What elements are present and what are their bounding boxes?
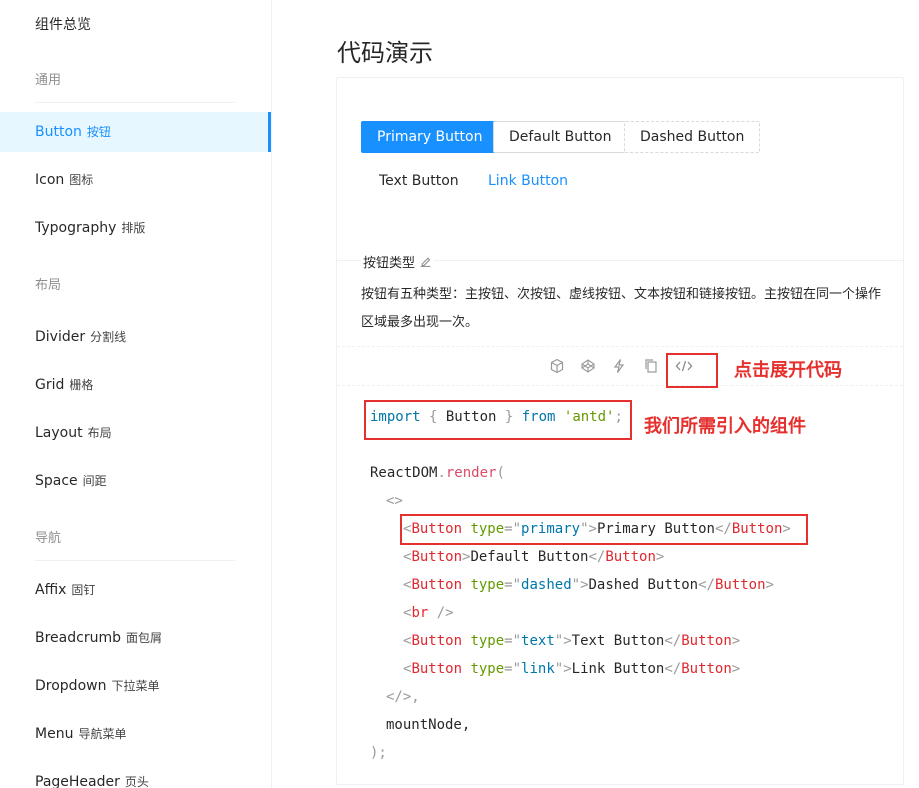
sidebar-group-general: 通用	[35, 69, 235, 103]
code-line-mount: mountNode,	[386, 711, 470, 739]
demo-description: 按钮有五种类型：主按钮、次按钮、虚线按钮、文本按钮和链接按钮。主按钮在同一个操作…	[361, 287, 882, 330]
dashed-button[interactable]: Dashed Button	[624, 121, 761, 153]
page-title: 代码演示	[337, 39, 433, 67]
sidebar-item-pageheader[interactable]: PageHeader 页头	[0, 762, 271, 788]
sidebar-item-icon[interactable]: Icon 图标	[0, 160, 271, 200]
sidebar-item-sublabel: 排版	[121, 221, 146, 235]
code-token: Dashed Button	[588, 577, 699, 593]
sidebar-item-label: Divider	[35, 329, 86, 345]
sidebar-item-sublabel: 固钉	[71, 583, 96, 597]
code-token: link	[521, 661, 555, 677]
annotation-box-primary	[400, 514, 808, 545]
default-button[interactable]: Default Button	[493, 121, 628, 153]
code-line-fragment-open: <>	[386, 493, 403, 509]
code-token: dashed	[521, 577, 572, 593]
code-token: Default Button	[470, 549, 589, 565]
sidebar-item-typography[interactable]: Typography 排版	[0, 208, 271, 248]
sidebar-group-layout: 布局	[35, 278, 62, 293]
code-line-button-dashed: <Button type="dashed">Dashed Button</But…	[403, 577, 774, 593]
sidebar-item-label: Layout	[35, 425, 83, 441]
sidebar-item-label: Grid	[35, 377, 65, 393]
demo-meta-title-text: 按钮类型	[363, 256, 416, 271]
sidebar-item-sublabel: 面包屑	[125, 631, 162, 645]
text-button[interactable]: Text Button	[363, 165, 475, 197]
demo-meta-title: 按钮类型	[361, 252, 435, 271]
codesandbox-icon[interactable]	[548, 357, 566, 375]
sidebar-item-sublabel: 布局	[87, 426, 112, 440]
sidebar-item-sublabel: 分割线	[90, 330, 127, 344]
code-line-button-text: <Button type="text">Text Button</Button>	[403, 633, 741, 649]
sidebar-item-button[interactable]: Button 按钮	[0, 112, 271, 152]
annotation-box-expand	[666, 353, 718, 388]
annotation-expand-code: 点击展开代码	[734, 360, 842, 381]
annotation-import: 我们所需引入的组件	[644, 416, 806, 437]
sidebar-item-divider[interactable]: Divider 分割线	[0, 317, 271, 357]
copy-icon[interactable]	[642, 357, 660, 375]
sidebar: 组件总览 通用 Button 按钮 Icon 图标 Typography 排版 布局 …	[0, 0, 272, 788]
thunderbolt-icon[interactable]	[610, 357, 628, 375]
edit-icon[interactable]	[419, 255, 432, 268]
code-line-br: <br />	[403, 605, 454, 621]
sidebar-item-label: Dropdown	[35, 678, 107, 694]
sidebar-item-label: Icon	[35, 172, 65, 188]
sidebar-item-menu[interactable]: Menu 导航菜单	[0, 714, 271, 754]
sidebar-item-label: Menu	[35, 726, 74, 742]
sidebar-item-sublabel: 导航菜单	[78, 727, 127, 741]
sidebar-item-label: PageHeader	[35, 774, 120, 788]
sidebar-item-label: Breadcrumb	[35, 630, 121, 646]
code-token: Link Button	[571, 661, 665, 677]
code-token: render	[445, 465, 497, 481]
annotation-box-import	[364, 400, 632, 440]
sidebar-group-navigation: 导航	[35, 527, 235, 561]
code-token: text	[521, 633, 555, 649]
sidebar-item-label: Button	[35, 124, 82, 140]
primary-button[interactable]: Primary Button	[361, 121, 499, 153]
code-line-button-default: <Button>Default Button</Button>	[403, 549, 665, 565]
sidebar-item-sublabel: 间距	[82, 474, 107, 488]
sidebar-item-layout[interactable]: Layout 布局	[0, 413, 271, 453]
sidebar-item-sublabel: 下拉菜单	[111, 679, 160, 693]
code-token: Text Button	[571, 633, 665, 649]
code-line-button-link: <Button type="link">Link Button</Button>	[403, 661, 741, 677]
sidebar-item-sublabel: 图标	[69, 173, 94, 187]
sidebar-item-sublabel: 页头	[124, 775, 149, 788]
codepen-icon[interactable]	[579, 357, 597, 375]
sidebar-item-space[interactable]: Space 间距	[0, 461, 271, 501]
sidebar-item-sublabel: 栅格	[69, 378, 94, 392]
sidebar-item-dropdown[interactable]: Dropdown 下拉菜单	[0, 666, 271, 706]
code-line-render: ReactDOM.render(	[370, 465, 505, 481]
code-token: mountNode,	[386, 717, 471, 733]
code-line-fragment-close: </>,	[386, 689, 420, 705]
sidebar-item-sublabel: 按钮	[86, 125, 111, 139]
sidebar-item-label: Space	[35, 473, 78, 489]
sidebar-overview[interactable]: 组件总览	[35, 14, 91, 34]
link-button[interactable]: Link Button	[472, 165, 584, 197]
code-line-close: );	[370, 745, 387, 761]
sidebar-item-grid[interactable]: Grid 栅格	[0, 365, 271, 405]
code-token: ReactDOM	[370, 465, 438, 481]
sidebar-item-label: Typography	[35, 220, 117, 236]
sidebar-item-label: Affix	[35, 582, 67, 598]
sidebar-item-affix[interactable]: Affix 固钉	[0, 570, 271, 610]
sidebar-item-breadcrumb[interactable]: Breadcrumb 面包屑	[0, 618, 271, 658]
